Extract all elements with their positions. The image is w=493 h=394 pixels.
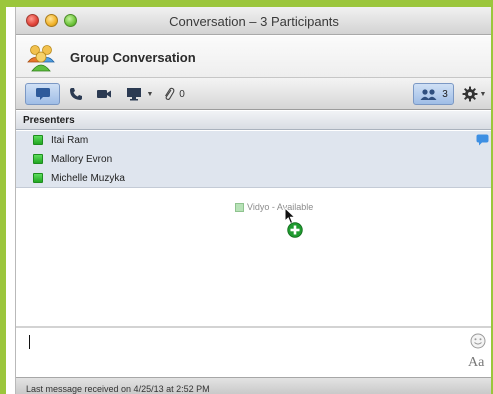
video-button[interactable] — [93, 84, 115, 104]
presence-status-icon — [33, 173, 43, 183]
participant-row[interactable]: Michelle Muzyka — [16, 169, 491, 188]
text-caret — [29, 335, 30, 349]
screen-share-icon — [127, 88, 141, 101]
screen-share-menu-arrow[interactable]: ▼ — [146, 84, 154, 104]
conversation-header: Group Conversation — [16, 36, 491, 77]
chat-bubble-icon — [35, 88, 50, 100]
presence-status-icon — [33, 135, 43, 145]
presenters-section-title: Presenters — [23, 115, 75, 126]
phone-icon — [70, 88, 82, 100]
gear-icon — [462, 86, 478, 102]
title-bar[interactable]: Conversation – 3 Participants — [16, 7, 491, 35]
chat-bubble-icon[interactable] — [476, 134, 489, 146]
chat-mode-button[interactable] — [25, 83, 60, 105]
status-bar: Last message received on 4/25/13 at 2:52… — [16, 377, 491, 394]
participants-button[interactable]: 3 — [413, 83, 454, 105]
participant-name: Michelle Muzyka — [51, 173, 125, 184]
participant-name: Itai Ram — [51, 135, 89, 146]
paperclip-icon — [165, 87, 175, 101]
desktop-green-edge-top — [0, 0, 493, 7]
settings-button[interactable] — [461, 84, 479, 104]
window-title: Conversation – 3 Participants — [169, 14, 339, 29]
conversation-title: Group Conversation — [70, 50, 196, 65]
call-button[interactable] — [66, 84, 86, 104]
presence-status-icon — [33, 154, 43, 164]
settings-menu-arrow[interactable]: ▼ — [479, 84, 487, 104]
attachment-button[interactable] — [162, 84, 176, 104]
participant-list: Itai Ram Mallory Evron Michelle Muzyka — [16, 131, 491, 188]
desktop-green-edge-left — [0, 0, 6, 394]
smiley-icon[interactable] — [470, 333, 486, 349]
message-composer[interactable]: Aa — [16, 326, 491, 377]
group-avatar-icon — [27, 45, 55, 72]
participant-name: Mallory Evron — [51, 154, 113, 165]
presenters-section-header[interactable]: Presenters — [16, 111, 491, 130]
participant-count: 3 — [442, 88, 448, 100]
people-icon — [420, 88, 437, 100]
video-camera-icon — [97, 90, 111, 98]
participant-row[interactable]: Itai Ram — [16, 131, 491, 150]
attachment-count: 0 — [179, 88, 185, 100]
participant-row[interactable]: Mallory Evron — [16, 150, 491, 169]
status-text: Last message received on 4/25/13 at 2:52… — [26, 384, 210, 394]
conversation-window: Conversation – 3 Participants Group Conv… — [15, 7, 491, 394]
toolbar: ▼ 0 3 ▼ — [16, 77, 491, 110]
dragged-presence-icon — [235, 203, 244, 212]
plus-icon — [287, 222, 303, 238]
font-settings-button[interactable]: Aa — [468, 355, 484, 371]
dragged-contact-label: Vidyo - Available — [247, 202, 314, 212]
screen-share-button[interactable] — [124, 84, 144, 104]
